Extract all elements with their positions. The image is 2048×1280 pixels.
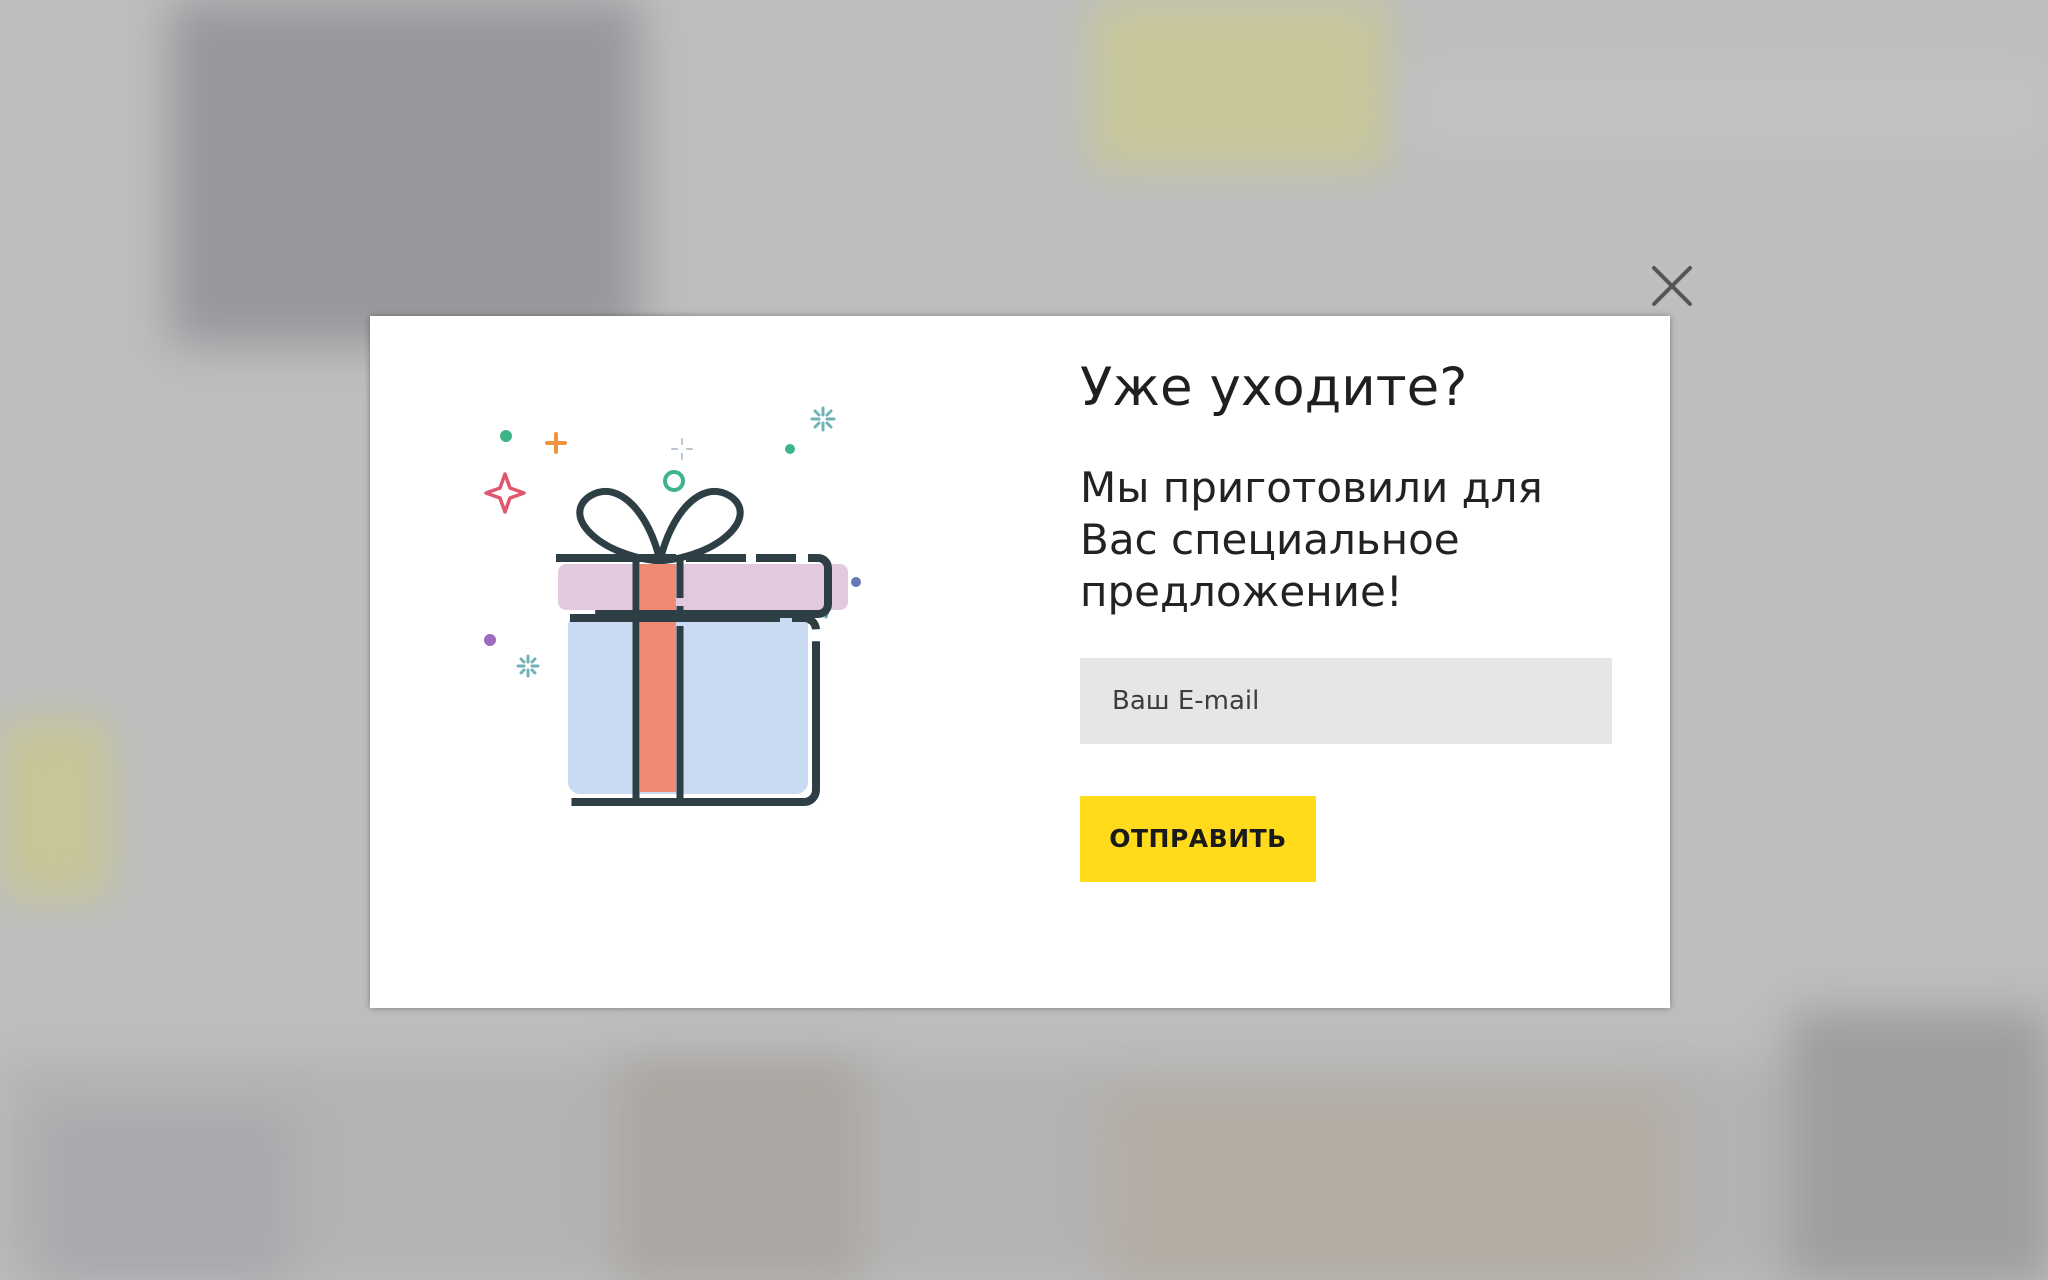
exit-intent-popup: Уже уходите? Мы приготовили для Вас спец… (370, 316, 1670, 1008)
popup-content: Уже уходите? Мы приготовили для Вас спец… (1080, 356, 1620, 882)
background-blur-shape (1790, 1010, 2048, 1280)
popup-title: Уже уходите? (1080, 357, 1468, 418)
background-blur-shape (0, 720, 110, 900)
close-icon[interactable] (1648, 262, 1696, 310)
background-blur-shape (1110, 1090, 1670, 1280)
background-blur-shape (0, 1060, 2048, 1280)
background-blur-shape (1410, 60, 2048, 150)
background-blur-shape (1090, 0, 1390, 170)
background-blur-shape (170, 0, 640, 345)
gift-box-icon (450, 406, 886, 814)
popup-subtitle: Мы приготовили для Вас специальное предл… (1080, 462, 1543, 616)
background-blur-shape (620, 1060, 860, 1280)
background-blur-shape (40, 1110, 290, 1280)
submit-button[interactable]: ОТПРАВИТЬ (1080, 795, 1316, 882)
email-field[interactable] (1080, 657, 1612, 744)
